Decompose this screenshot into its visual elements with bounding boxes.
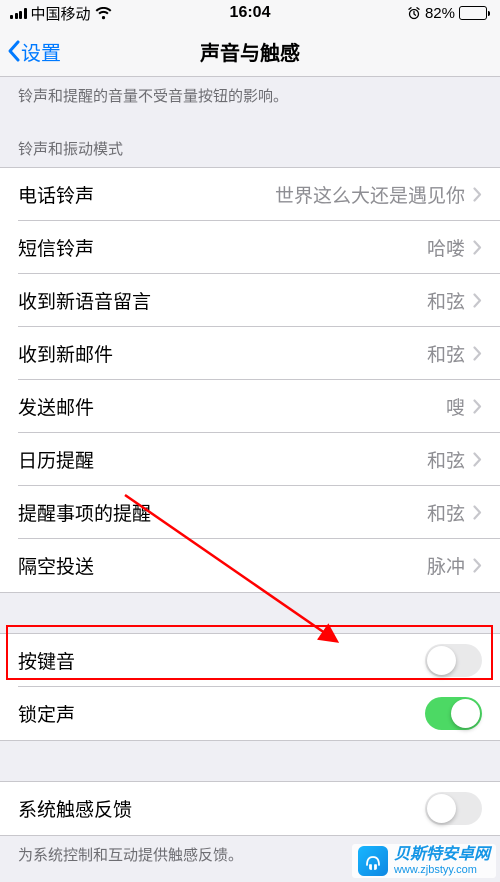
cell-label: 短信铃声 (18, 234, 94, 261)
cell-label: 发送邮件 (18, 393, 94, 420)
chevron-right-icon (473, 505, 482, 520)
cell-label: 提醒事项的提醒 (18, 499, 151, 526)
cell-value: 和弦 (427, 499, 465, 526)
haptic-group: 系统触感反馈 (0, 781, 500, 836)
back-button[interactable]: 设置 (0, 37, 61, 66)
chevron-right-icon (473, 187, 482, 202)
cell-value: 和弦 (427, 287, 465, 314)
section-header-ringtone: 铃声和振动模式 (0, 116, 500, 167)
toggle-switch[interactable] (425, 697, 482, 730)
watermark-name: 贝斯特安卓网 (394, 846, 490, 864)
chevron-right-icon (473, 240, 482, 255)
keyboard-clicks-cell[interactable]: 按键音 (0, 634, 500, 687)
watermark-logo-icon (358, 846, 388, 876)
back-label: 设置 (21, 37, 61, 66)
battery-pct: 82% (425, 5, 455, 22)
chevron-right-icon (473, 558, 482, 573)
cell-label: 收到新邮件 (18, 340, 113, 367)
toggle-switch[interactable] (425, 792, 482, 825)
page-title: 声音与触感 (200, 37, 300, 66)
status-bar: 中国移动 16:04 82% (0, 0, 500, 26)
cell-label: 收到新语音留言 (18, 287, 151, 314)
watermark-url: www.zjbstyy.com (394, 864, 490, 876)
ringtone-cell[interactable]: 收到新语音留言 和弦 (0, 274, 500, 327)
chevron-right-icon (473, 452, 482, 467)
ringtone-cell[interactable]: 发送邮件 嗖 (0, 380, 500, 433)
sound-toggle-group: 按键音 锁定声 (0, 633, 500, 741)
ringtone-cell[interactable]: 提醒事项的提醒 和弦 (0, 486, 500, 539)
cell-label: 按键音 (18, 647, 75, 674)
toggle-switch[interactable] (425, 644, 482, 677)
haptic-cell[interactable]: 系统触感反馈 (0, 782, 500, 835)
status-right: 82% (407, 5, 490, 22)
cell-label: 锁定声 (18, 700, 75, 727)
chevron-right-icon (473, 346, 482, 361)
cell-label: 隔空投送 (18, 552, 94, 579)
cell-value: 世界这么大还是遇见你 (275, 181, 465, 208)
nav-bar: 设置 声音与触感 (0, 26, 500, 77)
cell-value: 和弦 (427, 340, 465, 367)
ringtone-cell[interactable]: 短信铃声 哈喽 (0, 221, 500, 274)
wifi-icon (95, 7, 112, 20)
cell-value: 哈喽 (427, 234, 465, 261)
chevron-left-icon (6, 39, 21, 63)
ringtone-group: 电话铃声 世界这么大还是遇见你 短信铃声 哈喽 收到新语音留言 和弦 收到新邮件… (0, 167, 500, 593)
ringtone-cell[interactable]: 隔空投送 脉冲 (0, 539, 500, 592)
volume-footer: 铃声和提醒的音量不受音量按钮的影响。 (0, 77, 500, 116)
status-left: 中国移动 (10, 3, 112, 24)
signal-icon (10, 7, 27, 19)
cell-label: 日历提醒 (18, 446, 94, 473)
cell-value: 嗖 (446, 393, 465, 420)
alarm-icon (407, 6, 421, 20)
ringtone-cell[interactable]: 日历提醒 和弦 (0, 433, 500, 486)
carrier-label: 中国移动 (31, 3, 91, 24)
battery-icon (459, 6, 490, 20)
watermark: 贝斯特安卓网 www.zjbstyy.com (352, 844, 496, 878)
chevron-right-icon (473, 293, 482, 308)
cell-label: 电话铃声 (18, 181, 94, 208)
chevron-right-icon (473, 399, 482, 414)
cell-value: 和弦 (427, 446, 465, 473)
ringtone-cell[interactable]: 收到新邮件 和弦 (0, 327, 500, 380)
cell-value: 脉冲 (427, 552, 465, 579)
lock-sound-cell[interactable]: 锁定声 (0, 687, 500, 740)
cell-label: 系统触感反馈 (18, 795, 132, 822)
status-time: 16:04 (230, 4, 271, 22)
ringtone-cell[interactable]: 电话铃声 世界这么大还是遇见你 (0, 168, 500, 221)
